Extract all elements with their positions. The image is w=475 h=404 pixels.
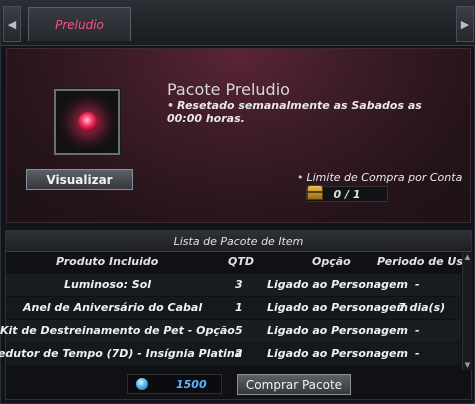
purchase-limit-label-text: Limite de Compra por Conta xyxy=(306,171,463,184)
tab-preludio[interactable]: Preludio xyxy=(28,7,131,41)
column-header-qty: QTD xyxy=(228,255,254,268)
diamond-coin-icon xyxy=(136,378,148,390)
tab-scroll-right-button[interactable]: ▶ xyxy=(456,6,474,42)
scroll-down-icon[interactable]: ▼ xyxy=(463,361,472,369)
glowing-gem-icon xyxy=(78,112,98,132)
item-list-title: Lista de Pacote de Item xyxy=(6,231,471,252)
buy-package-button[interactable]: Comprar Pacote xyxy=(237,374,351,395)
chevron-left-icon: ◀ xyxy=(7,17,17,31)
item-list-section: Lista de Pacote de Item Produto Incluido… xyxy=(0,230,472,400)
column-header-option: Opção xyxy=(312,255,351,268)
option-cell: Ligado ao Personagem xyxy=(267,278,408,291)
table-row: Anel de Aniversário do Cabal 1 Ligado ao… xyxy=(6,297,461,319)
tab-scroll-left-button[interactable]: ◀ xyxy=(3,6,21,42)
product-cell: Kit de Destreinamento de Pet - Opção xyxy=(0,324,235,337)
package-description-text: Resetado semanalmente as Sabados as 00:0… xyxy=(167,99,422,125)
price-display: 1500 xyxy=(127,374,222,394)
table-row: Redutor de Tempo (7D) - Insígnia Platina… xyxy=(0,343,461,365)
period-cell: - xyxy=(415,324,420,337)
package-item-slot[interactable] xyxy=(54,89,120,155)
period-cell: 7 dia(s) xyxy=(398,301,446,314)
bullet-icon: • xyxy=(297,171,304,184)
view-button[interactable]: Visualizar xyxy=(26,169,133,190)
purchase-limit-label: • Limite de Compra por Conta xyxy=(297,171,462,184)
price-value: 1500 xyxy=(176,378,207,391)
product-cell: Luminoso: Sol xyxy=(64,278,152,291)
table-row: Luminoso: Sol 3 Ligado ao Personagem - xyxy=(6,274,461,296)
tab-strip: ◀ Preludio ▶ xyxy=(1,1,475,46)
option-cell: Ligado ao Personagem xyxy=(267,347,408,360)
table-row: Kit de Destreinamento de Pet - Opção 5 L… xyxy=(0,320,461,342)
qty-cell: 2 xyxy=(235,347,243,360)
list-scrollbar[interactable]: ▲ ▼ xyxy=(462,252,472,370)
treasure-chest-icon xyxy=(307,185,323,200)
package-description: • Resetado semanalmente as Sabados as 00:… xyxy=(167,99,437,125)
tab-label: Preludio xyxy=(55,17,104,32)
scroll-up-icon[interactable]: ▲ xyxy=(463,253,472,261)
product-cell: Anel de Aniversário do Cabal xyxy=(23,301,203,314)
package-window: ◀ Preludio ▶ Visualizar Pacote Preludio … xyxy=(0,0,475,404)
qty-cell: 3 xyxy=(235,278,243,291)
qty-cell: 5 xyxy=(235,324,243,337)
column-header-product: Produto Incluido xyxy=(56,255,159,268)
purchase-footer: 1500 Comprar Pacote xyxy=(127,372,353,396)
option-cell: Ligado ao Personagem xyxy=(267,301,408,314)
qty-cell: 1 xyxy=(235,301,243,314)
chevron-right-icon: ▶ xyxy=(460,17,470,31)
column-header-period: Periodo de Uso xyxy=(377,255,471,268)
period-cell: - xyxy=(415,278,420,291)
package-title: Pacote Preludio xyxy=(167,80,290,99)
option-cell: Ligado ao Personagem xyxy=(267,324,408,337)
package-detail-panel: Visualizar Pacote Preludio • Resetado sem… xyxy=(6,48,471,223)
bullet-icon: • xyxy=(167,99,175,112)
period-cell: - xyxy=(415,347,420,360)
product-cell: Redutor de Tempo (7D) - Insígnia Platina xyxy=(0,347,243,360)
